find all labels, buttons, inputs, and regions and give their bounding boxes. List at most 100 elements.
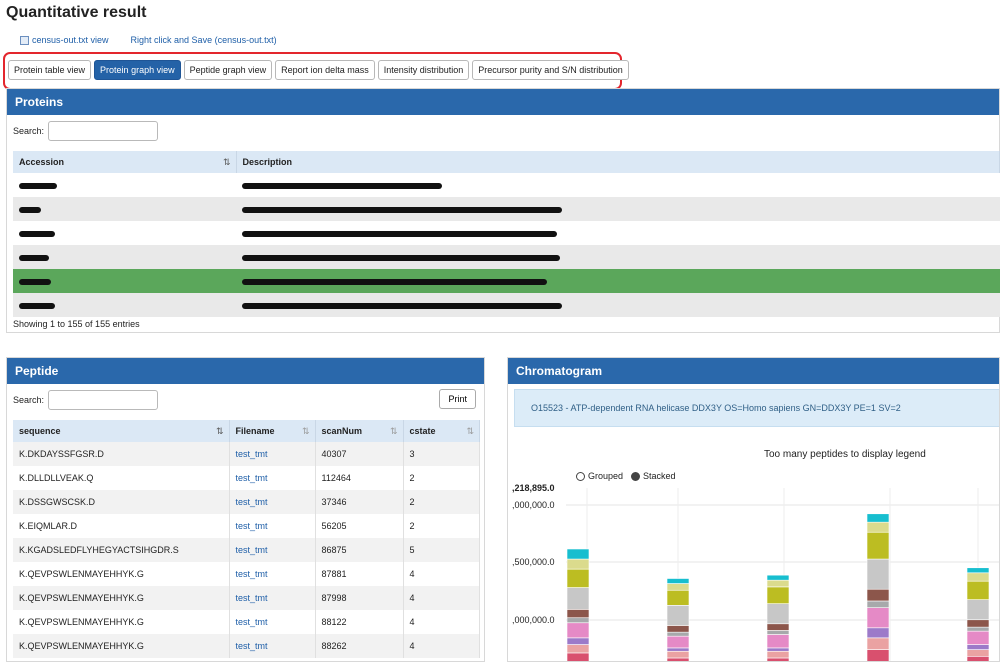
filename-link[interactable]: test_tmt bbox=[229, 490, 316, 514]
bar-segment[interactable] bbox=[766, 634, 790, 649]
protein-row[interactable] bbox=[13, 221, 1000, 245]
bar-segment[interactable] bbox=[766, 630, 790, 635]
bar-segment[interactable] bbox=[766, 650, 790, 659]
bar-segment[interactable] bbox=[766, 586, 790, 604]
bar-segment[interactable] bbox=[866, 531, 890, 560]
protein-row[interactable] bbox=[13, 293, 1000, 317]
accession-cell[interactable] bbox=[13, 221, 236, 245]
tab-report-ion-delta-mass[interactable]: Report ion delta mass bbox=[275, 60, 375, 80]
accession-cell[interactable] bbox=[13, 293, 236, 317]
bar-segment[interactable] bbox=[566, 617, 590, 624]
bar-segment[interactable] bbox=[866, 558, 890, 590]
bar-segment[interactable] bbox=[966, 619, 990, 628]
accession-cell[interactable] bbox=[13, 269, 236, 293]
peptide-row[interactable]: K.KGADSLEDFLYHEGYACTSIHGDR.S test_tmt 8687… bbox=[13, 538, 480, 562]
accession-column-header[interactable]: Accession ⇅ bbox=[13, 151, 237, 173]
peptide-row[interactable]: K.EIQMLAR.D test_tmt 56205 2 bbox=[13, 514, 480, 538]
filename-link[interactable]: test_tmt bbox=[229, 514, 316, 538]
sort-icon: ⇅ bbox=[215, 425, 223, 436]
scannum-column-header[interactable]: scanNum ⇅ bbox=[315, 420, 404, 442]
bar-segment[interactable] bbox=[966, 644, 990, 650]
bar-segment[interactable] bbox=[566, 568, 590, 588]
cstate-column-header[interactable]: cstate ⇅ bbox=[403, 420, 480, 442]
filename-link[interactable]: test_tmt bbox=[229, 466, 316, 490]
filename-column-header[interactable]: Filename ⇅ bbox=[229, 420, 316, 442]
peptide-row[interactable]: K.QEVPSWLENMAYEHHYK.G test_tmt 88262 4 bbox=[13, 634, 480, 658]
tab-precursor-purity-and-s-n-distribution[interactable]: Precursor purity and S/N distribution bbox=[472, 60, 629, 80]
tab-intensity-distribution[interactable]: Intensity distribution bbox=[377, 60, 470, 80]
protein-row[interactable] bbox=[13, 269, 1000, 293]
bar-segment[interactable] bbox=[966, 580, 990, 600]
tab-protein-table-view[interactable]: Protein table view bbox=[8, 60, 92, 80]
peptide-row[interactable]: K.QEVPSWLENMAYEHHYK.G test_tmt 87998 4 bbox=[13, 586, 480, 610]
print-button[interactable]: Print bbox=[439, 389, 476, 409]
filename-link[interactable]: test_tmt bbox=[229, 562, 316, 586]
bar-segment[interactable] bbox=[766, 657, 790, 662]
bar-segment[interactable] bbox=[666, 650, 690, 659]
accession-cell[interactable] bbox=[13, 197, 236, 221]
protein-row[interactable] bbox=[13, 197, 1000, 221]
bar-segment[interactable] bbox=[766, 647, 790, 652]
bar-segment[interactable] bbox=[866, 637, 890, 650]
protein-info-banner: O15523 - ATP-dependent RNA helicase DDX3… bbox=[514, 389, 999, 427]
filename-link[interactable]: test_tmt bbox=[229, 634, 316, 658]
bar-segment[interactable] bbox=[866, 513, 890, 523]
bar-segment[interactable] bbox=[966, 626, 990, 632]
bar-segment[interactable] bbox=[666, 578, 690, 584]
bar-segment[interactable] bbox=[866, 521, 890, 533]
proteins-search-input[interactable] bbox=[48, 121, 159, 141]
bar-segment[interactable] bbox=[766, 603, 790, 625]
sequence-column-header[interactable]: sequence ⇅ bbox=[13, 420, 230, 442]
accession-cell[interactable] bbox=[13, 173, 236, 197]
filename-link[interactable]: test_tmt bbox=[229, 442, 316, 466]
bar-segment[interactable] bbox=[966, 572, 990, 582]
bar-segment[interactable] bbox=[566, 558, 590, 570]
bar-segment[interactable] bbox=[666, 589, 690, 606]
bar-segment[interactable] bbox=[566, 609, 590, 619]
bar-segment[interactable] bbox=[866, 600, 890, 608]
bar-segment[interactable] bbox=[966, 630, 990, 645]
bar-segment[interactable] bbox=[666, 605, 690, 626]
accession-cell[interactable] bbox=[13, 245, 236, 269]
peptide-row[interactable]: K.QEVPSWLENMAYEHHYK.G test_tmt 87881 4 bbox=[13, 562, 480, 586]
bar-segment[interactable] bbox=[966, 649, 990, 657]
census-view-link[interactable]: census-out.txt view bbox=[20, 35, 109, 45]
peptide-row[interactable]: K.DSSGWSCSK.D test_tmt 37346 2 bbox=[13, 490, 480, 514]
bar-segment[interactable] bbox=[666, 647, 690, 652]
bar-segment[interactable] bbox=[566, 587, 590, 610]
peptide-row[interactable]: K.DLLDLLVEAK.Q test_tmt 112464 2 bbox=[13, 466, 480, 490]
bar-segment[interactable] bbox=[566, 622, 590, 639]
bar-segment[interactable] bbox=[566, 637, 590, 645]
bar-segment[interactable] bbox=[566, 652, 590, 662]
protein-row[interactable] bbox=[13, 245, 1000, 269]
description-column-header[interactable]: Description bbox=[236, 151, 1000, 173]
bar-segment[interactable] bbox=[766, 574, 790, 581]
peptide-row[interactable]: K.DKDAYSSFGSR.D test_tmt 40307 3 bbox=[13, 442, 480, 466]
bar-segment[interactable] bbox=[966, 655, 990, 662]
tab-protein-graph-view[interactable]: Protein graph view bbox=[94, 60, 181, 80]
bar-segment[interactable] bbox=[666, 625, 690, 633]
tab-peptide-graph-view[interactable]: Peptide graph view bbox=[183, 60, 273, 80]
bar-segment[interactable] bbox=[666, 631, 690, 637]
bar-segment[interactable] bbox=[866, 588, 890, 602]
bar-segment[interactable] bbox=[866, 607, 890, 629]
filename-link[interactable]: test_tmt bbox=[229, 538, 316, 562]
bar-segment[interactable] bbox=[666, 583, 690, 591]
protein-row[interactable] bbox=[13, 173, 1000, 197]
bar-segment[interactable] bbox=[766, 623, 790, 631]
census-save-link[interactable]: Right click and Save (census-out.txt) bbox=[131, 35, 277, 45]
bar-segment[interactable] bbox=[566, 644, 590, 654]
filename-link[interactable]: test_tmt bbox=[229, 586, 316, 610]
bar-segment[interactable] bbox=[666, 657, 690, 662]
bar-segment[interactable] bbox=[966, 599, 990, 621]
peptide-row[interactable]: K.QEVPSWLENMAYEHHYK.G test_tmt 88122 4 bbox=[13, 610, 480, 634]
bar-segment[interactable] bbox=[566, 548, 590, 560]
peptide-search-input[interactable] bbox=[48, 390, 159, 410]
bar-segment[interactable] bbox=[966, 567, 990, 574]
bar-segment[interactable] bbox=[866, 649, 890, 662]
redacted-accession bbox=[19, 278, 51, 285]
filename-link[interactable]: test_tmt bbox=[229, 610, 316, 634]
bar-segment[interactable] bbox=[866, 627, 890, 639]
bar-segment[interactable] bbox=[666, 635, 690, 649]
bar-segment[interactable] bbox=[766, 579, 790, 588]
